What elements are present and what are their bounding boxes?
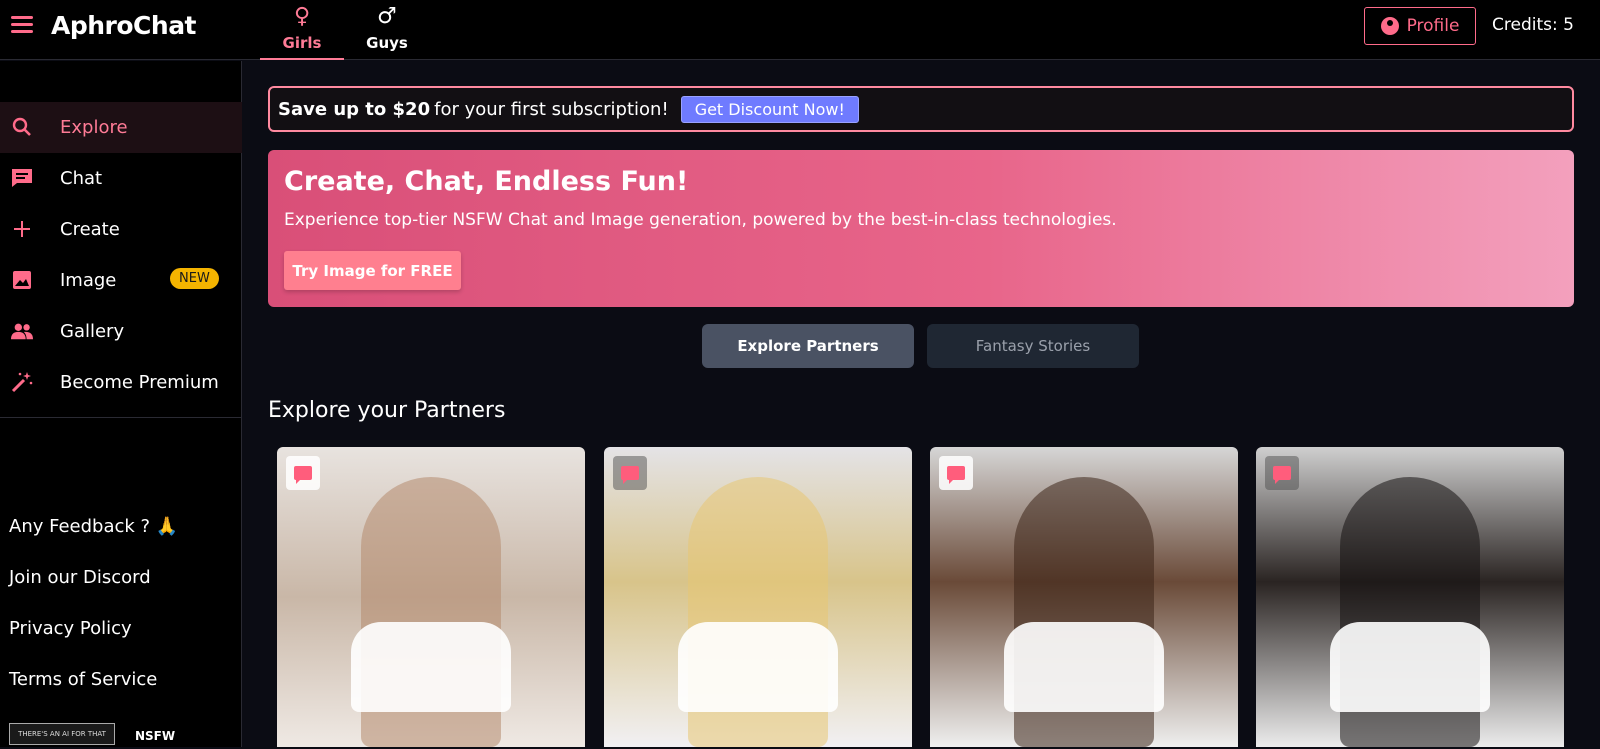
sidebar-item-label: Image — [60, 270, 117, 291]
tab-girls-label: Girls — [282, 34, 322, 52]
partner-portrait-detail — [1004, 622, 1164, 712]
theres-an-ai-badge[interactable]: THERE'S AN AI FOR THAT — [9, 723, 115, 745]
chat-icon[interactable] — [613, 456, 647, 490]
discord-link[interactable]: Join our Discord — [9, 567, 178, 618]
male-symbol-icon: ♂ — [377, 4, 397, 29]
credits-counter: Credits: 5 — [1492, 15, 1574, 35]
sidebar-footer-links: Any Feedback ? 🙏 Join our Discord Privac… — [9, 516, 178, 720]
chat-icon[interactable] — [286, 456, 320, 490]
profile-button[interactable]: Profile — [1364, 7, 1476, 45]
chat-icon[interactable] — [1265, 456, 1299, 490]
partner-card[interactable] — [1256, 447, 1564, 747]
partner-portrait-detail — [351, 622, 511, 712]
people-icon — [11, 320, 33, 342]
feedback-link[interactable]: Any Feedback ? 🙏 — [9, 516, 178, 567]
partner-portrait-detail — [1330, 622, 1490, 712]
hero-title: Create, Chat, Endless Fun! — [284, 166, 689, 197]
sidebar: Explore Chat Create Image NEW Gallery Be… — [0, 61, 242, 747]
terms-of-service-link[interactable]: Terms of Service — [9, 669, 178, 720]
sidebar-nav: Explore Chat Create Image NEW Gallery Be… — [0, 102, 242, 418]
privacy-policy-link[interactable]: Privacy Policy — [9, 618, 178, 669]
sidebar-item-label: Chat — [60, 168, 103, 189]
chat-icon[interactable] — [939, 456, 973, 490]
sidebar-item-label: Create — [60, 219, 120, 240]
magic-wand-icon — [11, 371, 33, 393]
partner-card[interactable] — [930, 447, 1238, 747]
chat-icon — [11, 167, 33, 189]
image-icon — [11, 269, 33, 291]
explore-partners-tab[interactable]: Explore Partners — [702, 324, 914, 368]
new-badge: NEW — [170, 268, 219, 289]
footer-badges: THERE'S AN AI FOR THAT NSFW — [9, 723, 187, 749]
tab-guys[interactable]: ♂ Guys — [345, 4, 429, 60]
profile-label: Profile — [1406, 16, 1460, 36]
fantasy-stories-tab[interactable]: Fantasy Stories — [927, 324, 1139, 368]
brand-logo[interactable]: AphroChat — [51, 11, 197, 40]
sidebar-item-label: Gallery — [60, 321, 125, 342]
promo-bold-text: Save up to $20 — [278, 98, 431, 120]
sidebar-item-gallery[interactable]: Gallery — [0, 306, 242, 357]
tab-guys-label: Guys — [366, 34, 408, 52]
partner-portrait-detail — [678, 622, 838, 712]
promo-text: for your first subscription! — [434, 98, 669, 120]
sidebar-item-explore[interactable]: Explore — [0, 102, 242, 153]
sidebar-item-label: Become Premium — [60, 372, 219, 393]
account-circle-icon — [1380, 17, 1399, 35]
partner-card[interactable] — [604, 447, 912, 747]
sidebar-item-premium[interactable]: Become Premium — [0, 357, 242, 408]
section-title: Explore your Partners — [268, 398, 506, 423]
sidebar-item-image[interactable]: Image NEW — [0, 255, 242, 306]
partner-card[interactable] — [277, 447, 585, 747]
hero-banner: Create, Chat, Endless Fun! Experience to… — [268, 150, 1574, 307]
top-bar: AphroChat ♀ Girls ♂ Guys Profile Credits… — [0, 0, 1600, 60]
sidebar-item-label: Explore — [60, 117, 128, 138]
female-symbol-icon: ♀ — [293, 4, 311, 29]
menu-icon[interactable] — [11, 16, 33, 36]
promo-banner: Save up to $20 for your first subscripti… — [268, 86, 1574, 132]
get-discount-button[interactable]: Get Discount Now! — [680, 95, 859, 123]
search-icon — [11, 116, 33, 138]
tab-girls[interactable]: ♀ Girls — [260, 4, 344, 60]
plus-icon — [11, 218, 33, 240]
nsfw-featured-badge[interactable]: NSFW — [123, 723, 187, 749]
sidebar-item-chat[interactable]: Chat — [0, 153, 242, 204]
try-image-button[interactable]: Try Image for FREE — [284, 251, 461, 290]
sidebar-item-create[interactable]: Create — [0, 204, 242, 255]
hero-subtitle: Experience top-tier NSFW Chat and Image … — [284, 210, 1117, 230]
